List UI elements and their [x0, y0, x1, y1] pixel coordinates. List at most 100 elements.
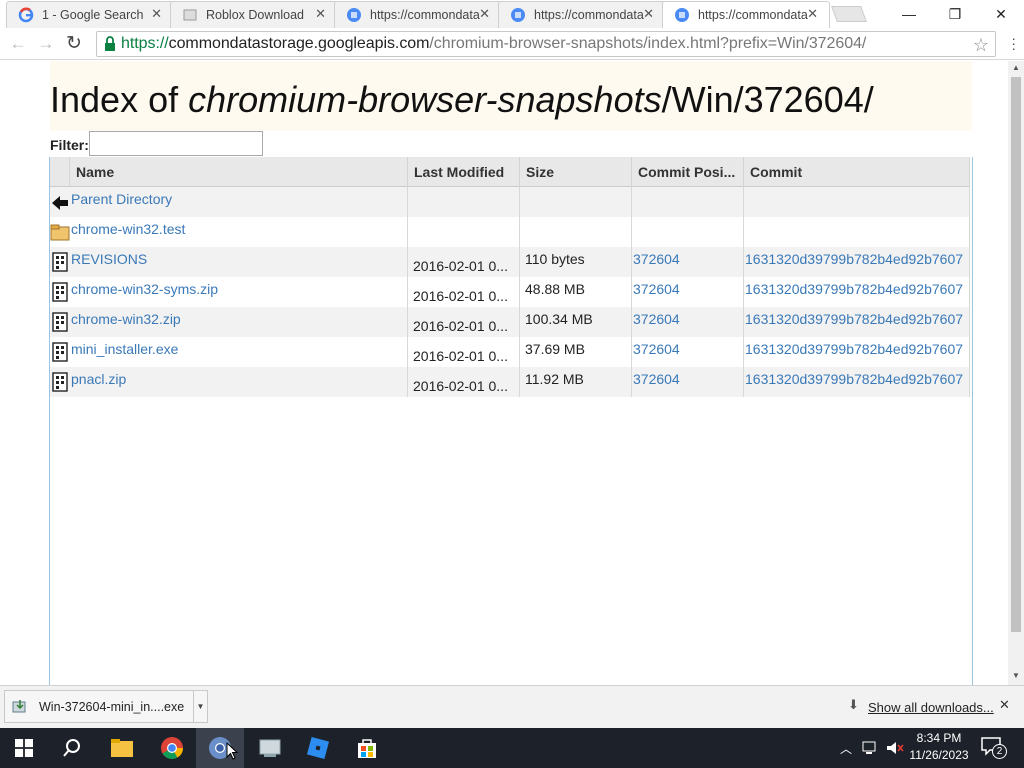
taskbar-app[interactable]	[246, 728, 294, 768]
position-link[interactable]: 372604	[633, 251, 680, 267]
cell-name: chrome-win32.test	[70, 217, 408, 247]
tab-roblox-download[interactable]: Roblox Download ✕	[170, 1, 338, 28]
tab-commondata-active[interactable]: https://commondata ✕	[662, 1, 830, 28]
name-link[interactable]: chrome-win32.test	[71, 221, 185, 237]
new-tab-button[interactable]	[831, 6, 867, 22]
volume-muted-icon[interactable]	[886, 741, 904, 755]
windows-icon	[15, 739, 33, 757]
tab-close-icon[interactable]: ✕	[479, 6, 490, 22]
clock-date: 11/26/2023	[909, 748, 969, 762]
download-item[interactable]: Win-372604-mini_in....exe ▼	[4, 690, 208, 723]
taskbar-chromium[interactable]	[196, 728, 244, 768]
show-all-downloads-link[interactable]: Show all downloads...	[868, 700, 994, 715]
minimize-icon[interactable]: —	[886, 0, 932, 28]
file-icon[interactable]	[50, 342, 70, 362]
table-row: Parent Directory	[50, 187, 970, 217]
chrome-icon	[161, 737, 183, 759]
scroll-up-icon[interactable]: ▲	[1008, 61, 1024, 75]
cell-commit	[744, 217, 970, 247]
size-text: 37.69 MB	[525, 341, 585, 357]
menu-icon[interactable]: · · ·	[1011, 31, 1016, 55]
tab-title: Roblox Download	[206, 7, 304, 22]
reload-icon[interactable]: ↻	[64, 34, 84, 54]
tab-close-icon[interactable]: ✕	[643, 6, 654, 22]
scroll-down-icon[interactable]: ▼	[1008, 669, 1024, 683]
header-commit[interactable]: Commit	[744, 157, 970, 187]
commit-link[interactable]: 1631320d39799b782b4ed92b7607	[745, 281, 963, 297]
modified-text: 2016-02-01 0...	[413, 318, 508, 334]
name-link[interactable]: mini_installer.exe	[71, 341, 178, 357]
back-icon[interactable]: ←	[8, 34, 28, 54]
commit-link[interactable]: 1631320d39799b782b4ed92b7607	[745, 341, 963, 357]
taskbar-chrome[interactable]	[148, 728, 196, 768]
tab-close-icon[interactable]: ✕	[807, 6, 818, 22]
page-scrollbar[interactable]: ▲ ▼	[1008, 61, 1024, 685]
header-size[interactable]: Size	[520, 157, 632, 187]
search-button[interactable]	[48, 728, 96, 768]
position-link[interactable]: 372604	[633, 281, 680, 297]
taskbar-roblox[interactable]	[294, 728, 342, 768]
file-listing-table: Name Last Modified Size Commit Posi... C…	[49, 157, 973, 685]
parent-directory-icon[interactable]	[50, 192, 70, 212]
name-link[interactable]: chrome-win32-syms.zip	[71, 281, 218, 297]
tab-commondata-1[interactable]: https://commondata ✕	[334, 1, 502, 28]
tab-title: https://commondata	[370, 7, 480, 22]
file-icon[interactable]	[50, 252, 70, 272]
close-download-bar-icon[interactable]: ✕	[999, 697, 1010, 713]
file-icon[interactable]	[50, 282, 70, 302]
modified-text: 2016-02-01 0...	[413, 288, 508, 304]
cell-size	[520, 187, 632, 217]
commit-link[interactable]: 1631320d39799b782b4ed92b7607	[745, 371, 963, 387]
browser-toolbar: ← → ↻ https://commondatastorage.googleap…	[0, 28, 1024, 60]
browser-window: { "tabs": [ {"title": "1 - Google Search…	[0, 0, 1024, 768]
download-options-icon[interactable]: ▼	[193, 691, 207, 722]
url-host: commondatastorage.googleapis.com	[168, 35, 430, 52]
folder-icon[interactable]	[50, 222, 70, 242]
commit-link[interactable]: 1631320d39799b782b4ed92b7607	[745, 311, 963, 327]
position-link[interactable]: 372604	[633, 311, 680, 327]
network-icon[interactable]	[862, 741, 880, 755]
address-bar[interactable]: https://commondatastorage.googleapis.com…	[96, 31, 996, 57]
header-commit-position[interactable]: Commit Posi...	[632, 157, 744, 187]
commit-link[interactable]: 1631320d39799b782b4ed92b7607	[745, 251, 963, 267]
bookmark-star-icon[interactable]: ☆	[973, 35, 989, 56]
restore-icon[interactable]: ❐	[932, 0, 978, 28]
name-link[interactable]: Parent Directory	[71, 191, 172, 207]
file-icon[interactable]	[50, 312, 70, 332]
size-text: 48.88 MB	[525, 281, 585, 297]
tab-google-search[interactable]: 1 - Google Search ✕	[6, 1, 174, 28]
show-hidden-icons-icon[interactable]: ︿	[840, 740, 852, 757]
name-link[interactable]: pnacl.zip	[71, 371, 126, 387]
lock-icon	[105, 36, 115, 51]
table-header: Name Last Modified Size Commit Posi... C…	[50, 157, 970, 187]
scroll-thumb[interactable]	[1011, 77, 1021, 632]
name-link[interactable]: REVISIONS	[71, 251, 147, 267]
modified-text: 2016-02-01 0...	[413, 378, 508, 394]
system-clock[interactable]: 8:34 PM 11/26/2023	[908, 730, 970, 764]
header-last-modified[interactable]: Last Modified	[408, 157, 520, 187]
cell-size	[520, 217, 632, 247]
position-link[interactable]: 372604	[633, 371, 680, 387]
file-icon[interactable]	[50, 372, 70, 392]
taskbar-file-explorer[interactable]	[98, 728, 146, 768]
position-link[interactable]: 372604	[633, 341, 680, 357]
close-window-icon[interactable]: ✕	[978, 0, 1024, 28]
tab-close-icon[interactable]: ✕	[315, 6, 326, 22]
name-link[interactable]: chrome-win32.zip	[71, 311, 181, 327]
tab-title: https://commondata	[534, 7, 644, 22]
tab-strip: 1 - Google Search ✕ Roblox Download ✕ ht…	[0, 0, 1024, 28]
forward-icon[interactable]: →	[36, 34, 56, 54]
start-button[interactable]	[0, 728, 48, 768]
taskbar-store[interactable]	[343, 728, 391, 768]
action-center-button[interactable]: 2	[980, 736, 1007, 760]
window-controls: — ❐ ✕	[886, 0, 1024, 28]
header-name[interactable]: Name	[70, 157, 408, 187]
url-path: /chromium-browser-snapshots/index.html?p…	[429, 35, 867, 52]
cell-modified	[408, 187, 520, 217]
filter-input[interactable]	[89, 131, 263, 156]
globe-icon	[511, 7, 525, 22]
tab-close-icon[interactable]: ✕	[151, 6, 162, 22]
tab-commondata-2[interactable]: https://commondata ✕	[498, 1, 666, 28]
cell-position: 372604	[632, 247, 744, 277]
cell-name: Parent Directory	[70, 187, 408, 217]
